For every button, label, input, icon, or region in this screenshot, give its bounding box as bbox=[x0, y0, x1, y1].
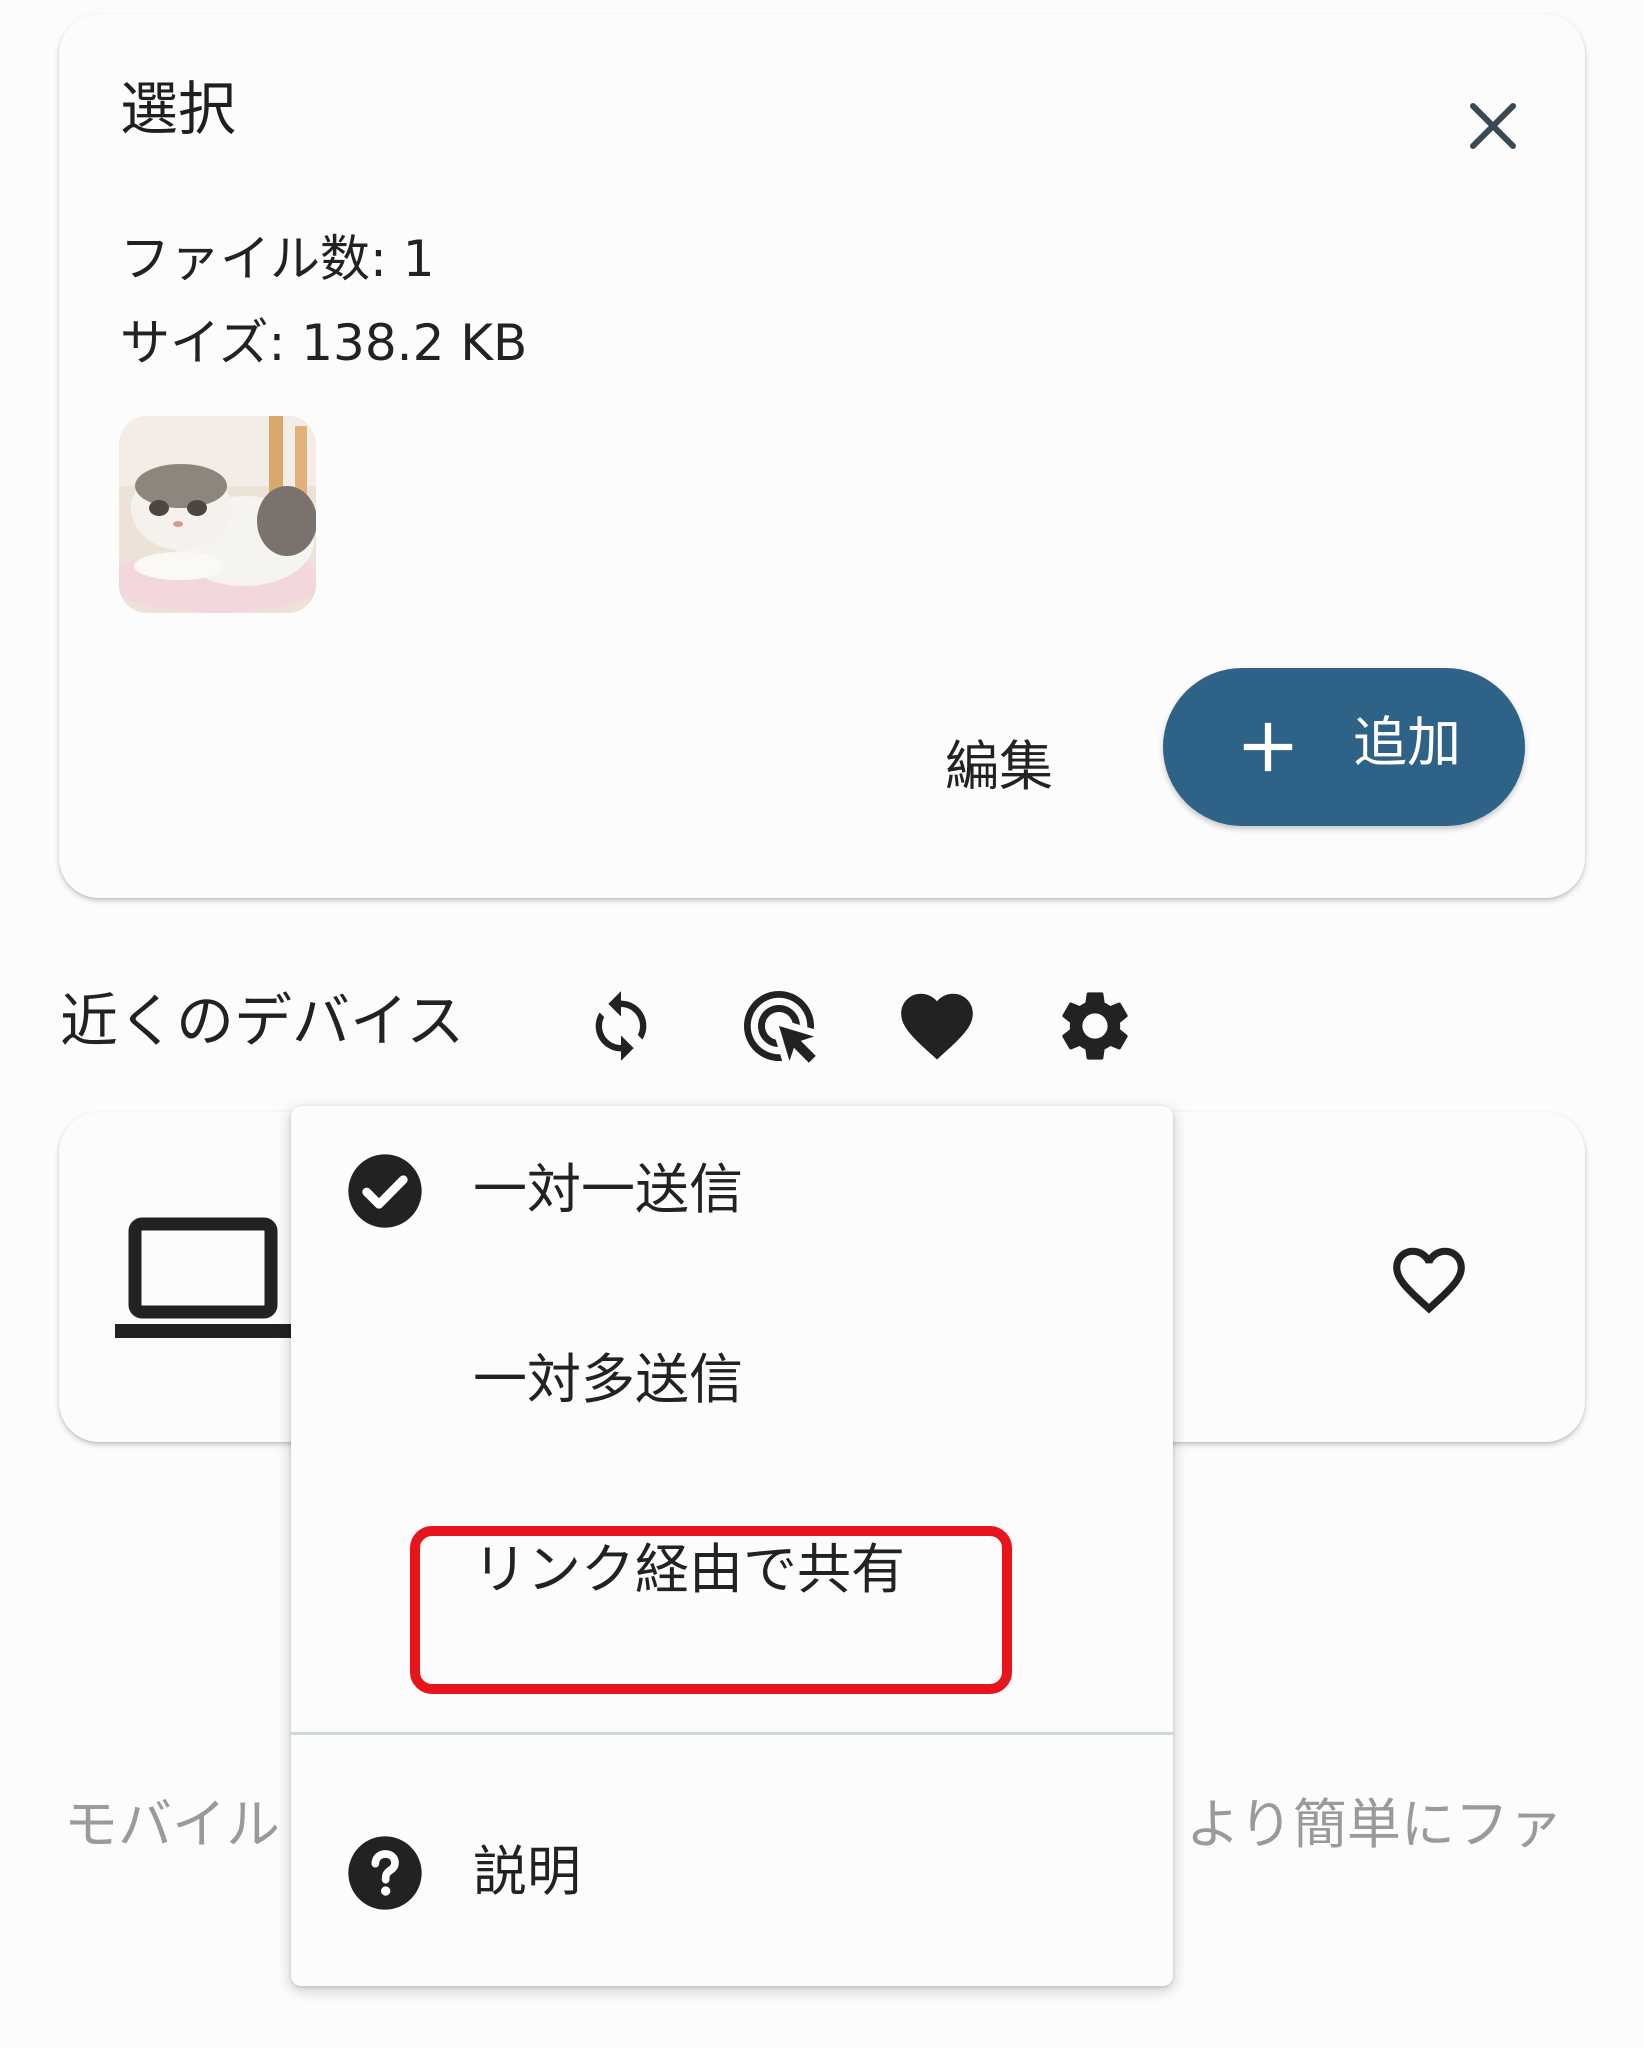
send-mode-menu: 一対一送信 一対多送信 リンク経由で共有 説明 bbox=[291, 1106, 1173, 1986]
add-button[interactable]: 追加 bbox=[1163, 668, 1525, 826]
laptop-icon bbox=[115, 1212, 291, 1348]
help-circle-icon bbox=[345, 1833, 425, 1913]
menu-item-label: 一対一送信 bbox=[473, 1158, 743, 1221]
plus-icon bbox=[1239, 718, 1297, 776]
file-size: サイズ: 138.2 KB bbox=[120, 314, 528, 372]
menu-item-label: 一対多送信 bbox=[473, 1348, 743, 1411]
menu-item-help[interactable]: 説明 bbox=[291, 1788, 1173, 1958]
close-button[interactable] bbox=[1440, 75, 1546, 181]
nearby-devices-title: 近くのデバイス bbox=[60, 987, 465, 1055]
selection-card: 選択 ファイル数: 1 サイズ: 138.2 KB 編集 追加 bbox=[59, 14, 1585, 898]
gear-icon[interactable] bbox=[1047, 978, 1143, 1074]
highlight-box bbox=[410, 1526, 1012, 1694]
hint-text-right: より簡単にファ bbox=[1186, 1793, 1563, 1856]
selection-title: 選択 bbox=[120, 75, 237, 143]
menu-divider bbox=[291, 1732, 1173, 1735]
heart-outline-icon[interactable] bbox=[1375, 1226, 1483, 1334]
menu-item-label: 説明 bbox=[473, 1840, 581, 1903]
menu-item-one-to-one[interactable]: 一対一送信 bbox=[291, 1106, 1173, 1276]
file-thumbnail[interactable] bbox=[119, 416, 316, 613]
scan-icon[interactable] bbox=[731, 978, 827, 1074]
hint-text-left: モバイル bbox=[64, 1793, 280, 1856]
add-button-label: 追加 bbox=[1353, 711, 1461, 774]
close-icon bbox=[1463, 96, 1523, 160]
heart-icon[interactable] bbox=[889, 978, 985, 1074]
edit-button[interactable]: 編集 bbox=[914, 714, 1084, 808]
refresh-icon[interactable] bbox=[573, 978, 669, 1074]
menu-item-one-to-many[interactable]: 一対多送信 bbox=[291, 1296, 1173, 1466]
file-count: ファイル数: 1 bbox=[120, 230, 435, 288]
check-circle-icon bbox=[345, 1151, 425, 1231]
